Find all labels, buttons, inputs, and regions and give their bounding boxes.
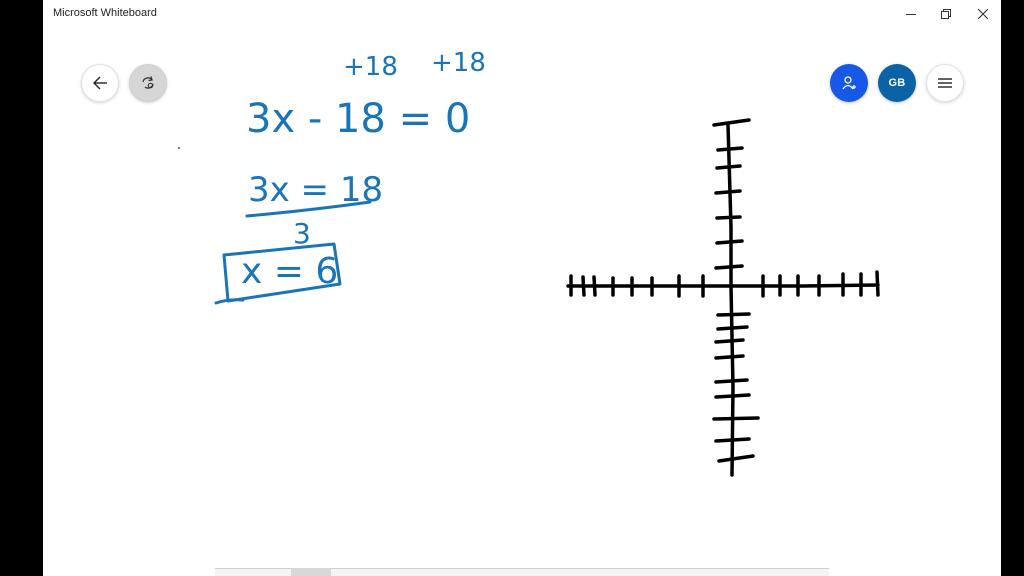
back-arrow-icon <box>93 76 107 90</box>
app-title: Microsoft Whiteboard <box>53 7 157 19</box>
settings-menu-button[interactable] <box>926 64 964 102</box>
y-axis-tick <box>714 189 742 195</box>
y-axis-tick <box>714 378 749 384</box>
y-axis-tick <box>712 416 760 421</box>
close-button[interactable] <box>960 0 1001 27</box>
ink-annotation-left: +18 <box>343 52 398 82</box>
title-bar: Microsoft Whiteboard <box>43 0 1001 27</box>
minimize-icon <box>906 13 916 15</box>
y-axis-tick <box>714 437 751 443</box>
ink-answer-box-tail <box>214 298 245 305</box>
x-axis-tick <box>592 275 597 297</box>
y-axis <box>726 123 735 477</box>
x-axis-tick <box>875 270 880 297</box>
ink-dot <box>178 147 180 149</box>
restore-icon <box>941 8 951 19</box>
y-axis-tick <box>715 215 742 220</box>
y-axis-tick <box>712 118 751 127</box>
invite-button[interactable] <box>830 64 868 102</box>
ink-annotation-right: +18 <box>431 48 486 78</box>
y-axis-tick <box>716 312 751 317</box>
y-axis-tick <box>714 264 744 270</box>
user-initials: GB <box>888 77 906 89</box>
back-button[interactable] <box>81 64 119 102</box>
sync-settings-icon <box>142 76 154 89</box>
add-person-icon <box>842 76 856 90</box>
whiteboard-canvas[interactable]: +18 +18 3x - 18 = 0 3x = 18 3 x = 6 <box>43 27 1001 576</box>
y-axis-tick <box>716 325 749 331</box>
y-axis-tick <box>717 454 755 463</box>
sync-settings-button[interactable] <box>129 64 167 102</box>
y-axis-tick <box>714 354 745 360</box>
y-axis-tick <box>716 146 744 152</box>
user-avatar-button[interactable]: GB <box>878 64 916 102</box>
x-axis-tick <box>581 275 586 297</box>
y-axis-tick <box>715 239 744 245</box>
whiteboard-window: Microsoft Whiteboard +18 +18 3x - 18 = 0… <box>43 0 1001 576</box>
hamburger-menu-icon <box>938 78 952 88</box>
coordinate-axes <box>566 118 880 477</box>
y-axis-tick <box>714 393 751 399</box>
y-axis-tick <box>714 338 745 344</box>
y-axis-tick <box>715 164 742 170</box>
close-icon <box>978 8 988 19</box>
ink-toolbar-active-tool[interactable] <box>291 568 331 576</box>
ink-equation: 3x - 18 = 0 <box>246 96 470 142</box>
ink-divisor: 3 <box>293 217 311 250</box>
